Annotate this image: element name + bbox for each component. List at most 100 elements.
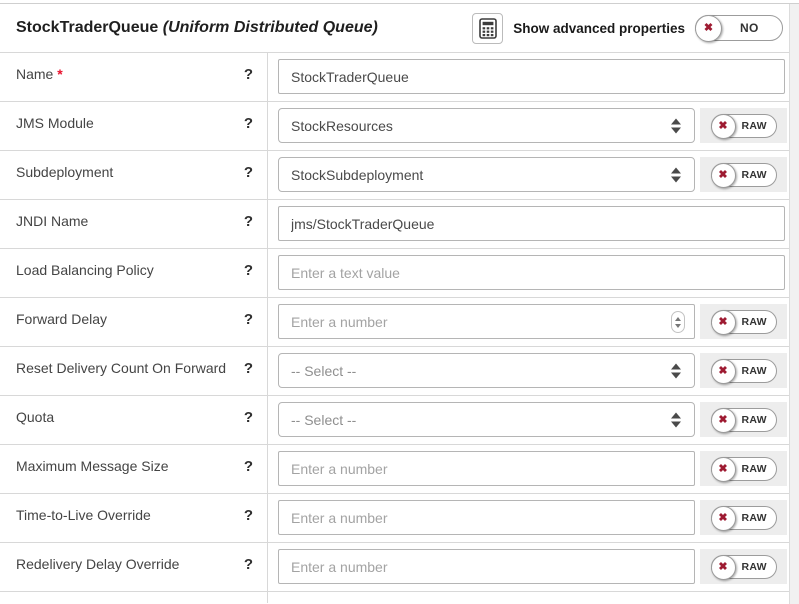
next-row-partial <box>0 592 789 603</box>
number-stepper[interactable] <box>671 311 685 333</box>
select-arrows-icon <box>671 412 681 427</box>
quota-select[interactable]: -- Select -- <box>278 402 695 437</box>
page-title: StockTraderQueue (Uniform Distributed Qu… <box>16 19 378 37</box>
label-cell: Maximum Message Size? <box>0 445 268 493</box>
help-icon[interactable]: ? <box>244 66 253 83</box>
x-icon: ✖ <box>718 366 727 377</box>
raw-label: RAW <box>742 512 767 524</box>
form-row-subdeployment: Subdeployment? StockSubdeployment ✖RAW <box>0 151 789 200</box>
forward-delay-input[interactable] <box>278 304 695 339</box>
raw-label: RAW <box>742 169 767 181</box>
x-icon: ✖ <box>718 415 727 426</box>
redelivery-delay-override-input[interactable] <box>278 549 695 584</box>
raw-label: RAW <box>742 561 767 573</box>
toggle-knob: ✖ <box>695 15 722 42</box>
jms-module-raw-toggle[interactable]: ✖RAW <box>711 114 777 138</box>
toggle-knob: ✖ <box>711 555 736 580</box>
field-label: Subdeployment <box>16 164 113 181</box>
subdeployment-raw-toggle[interactable]: ✖RAW <box>711 163 777 187</box>
field-label: Reset Delivery Count On Forward <box>16 360 226 377</box>
maximum-message-size-raw-toggle[interactable]: ✖ RAW <box>711 457 777 481</box>
help-icon[interactable]: ? <box>244 262 253 279</box>
select-value: StockResources <box>291 118 393 134</box>
show-advanced-properties-label: Show advanced properties <box>513 21 685 36</box>
field-label: Maximum Message Size <box>16 458 169 475</box>
x-icon: ✖ <box>718 562 727 573</box>
quota-raw-toggle[interactable]: ✖ RAW <box>711 408 777 432</box>
raw-label: RAW <box>742 463 767 475</box>
form-row-jms-module: JMS Module?StockResources✖RAW <box>0 102 789 151</box>
maximum-message-size-input[interactable] <box>278 451 695 486</box>
reset-delivery-count-on-forward-raw-toggle[interactable]: ✖RAW <box>711 359 777 383</box>
stepper-up-icon <box>675 317 681 321</box>
subdeployment-select[interactable]: StockSubdeployment <box>278 157 695 192</box>
advanced-properties-toggle[interactable]: ✖ NO <box>695 15 783 41</box>
form-row-load-balancing-policy: Load Balancing Policy? <box>0 249 789 298</box>
raw-panel: ✖RAW <box>700 353 787 388</box>
field-cell <box>268 53 789 101</box>
form-header: StockTraderQueue (Uniform Distributed Qu… <box>0 4 789 53</box>
label-cell: Quota? <box>0 396 268 444</box>
redelivery-delay-override-raw-toggle[interactable]: ✖ RAW <box>711 555 777 579</box>
select-value: StockSubdeployment <box>291 167 423 183</box>
form-row-name: Name *? <box>0 53 789 102</box>
field-cell: -- Select -- ✖ RAW <box>268 396 789 444</box>
field-label: Time-to-Live Override <box>16 507 151 524</box>
x-icon: ✖ <box>718 121 727 132</box>
raw-panel: ✖ RAW <box>700 451 787 486</box>
raw-panel: ✖ RAW <box>700 402 787 437</box>
time-to-live-override-input[interactable] <box>278 500 695 535</box>
x-icon: ✖ <box>704 23 713 34</box>
label-cell: Name *? <box>0 53 268 101</box>
label-cell: Time-to-Live Override? <box>0 494 268 542</box>
label-cell: Load Balancing Policy? <box>0 249 268 297</box>
forward-delay-raw-toggle[interactable]: ✖RAW <box>711 310 777 334</box>
x-icon: ✖ <box>718 317 727 328</box>
raw-panel: ✖RAW <box>700 108 787 143</box>
toggle-knob: ✖ <box>711 506 736 531</box>
field-label: JNDI Name <box>16 213 88 230</box>
form-row-redelivery-delay-override: Redelivery Delay Override? ✖ RAW <box>0 543 789 592</box>
field-cell: ✖RAW <box>268 298 789 346</box>
raw-panel: ✖ RAW <box>700 549 787 584</box>
scrollbar-track[interactable] <box>789 4 799 604</box>
load-balancing-policy-input[interactable] <box>278 255 785 290</box>
field-cell: ✖ RAW <box>268 543 789 591</box>
help-icon[interactable]: ? <box>244 213 253 230</box>
toggle-knob: ✖ <box>711 457 736 482</box>
raw-panel: ✖ RAW <box>700 500 787 535</box>
down-arrow-icon <box>671 127 681 133</box>
toggle-knob: ✖ <box>711 114 736 139</box>
required-marker: * <box>57 66 62 82</box>
queue-type-subtitle: (Uniform Distributed Queue) <box>163 19 378 36</box>
help-icon[interactable]: ? <box>244 311 253 328</box>
field-label: Name * <box>16 66 63 83</box>
help-icon[interactable]: ? <box>244 360 253 377</box>
label-cell: Redelivery Delay Override? <box>0 543 268 591</box>
raw-label: RAW <box>742 414 767 426</box>
field-cell: ✖ RAW <box>268 494 789 542</box>
help-icon[interactable]: ? <box>244 115 253 132</box>
help-icon[interactable]: ? <box>244 556 253 573</box>
help-icon[interactable]: ? <box>244 458 253 475</box>
x-icon: ✖ <box>718 513 727 524</box>
select-arrows-icon <box>671 363 681 378</box>
raw-panel: ✖RAW <box>700 157 787 192</box>
field-cell: ✖ RAW <box>268 445 789 493</box>
form-rows: Name *?JMS Module?StockResources✖RAWSubd… <box>0 53 789 592</box>
select-value: -- Select -- <box>291 363 356 379</box>
help-icon[interactable]: ? <box>244 409 253 426</box>
name-input[interactable] <box>278 59 785 94</box>
calculator-button[interactable] <box>472 13 503 44</box>
jms-module-select[interactable]: StockResources <box>278 108 695 143</box>
help-icon[interactable]: ? <box>244 164 253 181</box>
time-to-live-override-raw-toggle[interactable]: ✖ RAW <box>711 506 777 530</box>
header-controls: Show advanced properties ✖ NO <box>472 13 783 44</box>
reset-delivery-count-on-forward-select[interactable]: -- Select -- <box>278 353 695 388</box>
select-value: -- Select -- <box>291 412 356 428</box>
form-row-reset-delivery-count-on-forward: Reset Delivery Count On Forward? -- Selec… <box>0 347 789 396</box>
jndi-name-input[interactable] <box>278 206 785 241</box>
field-cell: StockResources ✖RAW <box>268 102 789 150</box>
label-cell: JNDI Name? <box>0 200 268 248</box>
help-icon[interactable]: ? <box>244 507 253 524</box>
